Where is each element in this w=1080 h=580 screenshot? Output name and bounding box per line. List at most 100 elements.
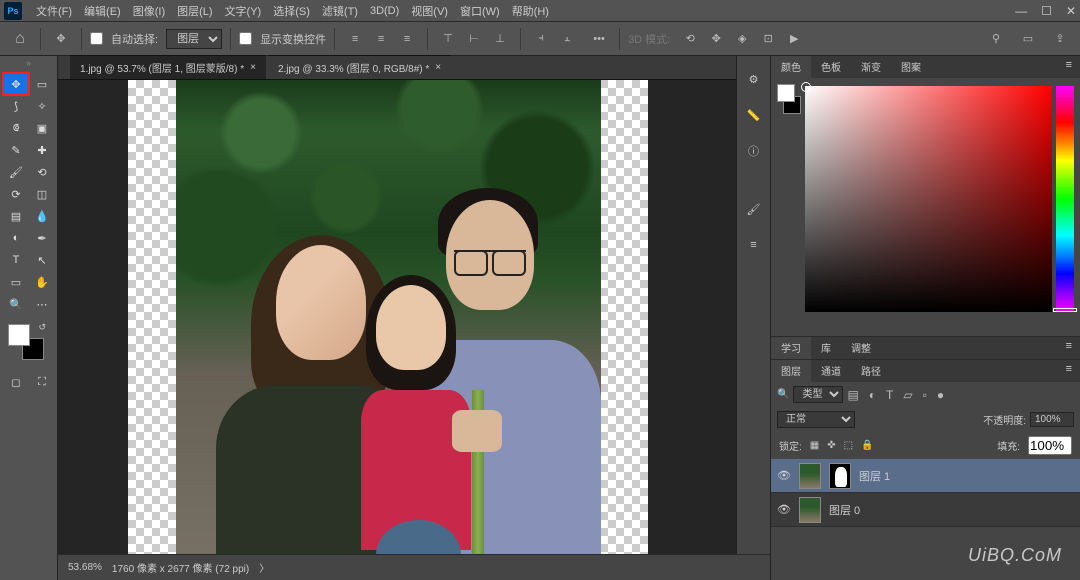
layer-0-visibility-icon[interactable]: 👁: [777, 503, 791, 516]
blur-tool[interactable]: 💧: [29, 205, 55, 227]
color-mini-swatch[interactable]: [777, 84, 801, 118]
home-button[interactable]: ⌂: [8, 27, 32, 51]
dist-v-icon[interactable]: ⫠: [555, 27, 579, 51]
pen-tool[interactable]: ✒: [29, 227, 55, 249]
foreground-color[interactable]: [8, 324, 30, 346]
share-icon[interactable]: ⇪: [1048, 27, 1072, 51]
zoom-tool[interactable]: 🔍: [3, 293, 29, 315]
blend-mode-select[interactable]: 正常: [777, 411, 855, 428]
tab-paths[interactable]: 路径: [851, 360, 891, 382]
filter-shape-icon[interactable]: ▱: [903, 388, 912, 402]
screenmode-tool[interactable]: ⛶: [29, 371, 55, 393]
maximize-icon[interactable]: ☐: [1041, 4, 1052, 18]
tab-layers[interactable]: 图层: [771, 360, 811, 382]
lasso-tool[interactable]: ⟆: [3, 95, 29, 117]
lock-pixels-icon[interactable]: ▦: [810, 440, 819, 451]
saturation-field[interactable]: [805, 86, 1052, 312]
layers-panel-menu[interactable]: ≡: [1058, 360, 1080, 382]
move-tool-icon[interactable]: ✥: [49, 27, 73, 51]
history-brush-tool[interactable]: ⟳: [3, 183, 29, 205]
show-transform-checkbox[interactable]: [239, 32, 252, 45]
frame-tool[interactable]: ▣: [29, 117, 55, 139]
filter-type-icon[interactable]: T: [886, 388, 893, 402]
heal-tool[interactable]: ✚: [29, 139, 55, 161]
status-caret[interactable]: 〉: [259, 560, 269, 575]
layer-1-name[interactable]: 图层 1: [859, 468, 890, 484]
eraser-tool[interactable]: ◫: [29, 183, 55, 205]
filter-smart-icon[interactable]: ▫: [923, 388, 927, 402]
auto-select-checkbox[interactable]: [90, 32, 103, 45]
gear-icon[interactable]: ⚙: [743, 68, 765, 90]
learn-panel-menu[interactable]: ≡: [1058, 337, 1080, 359]
align-middle-icon[interactable]: ⊢: [462, 27, 486, 51]
color-swatches[interactable]: ↺: [8, 324, 44, 360]
eyedropper-tool[interactable]: ✎: [3, 139, 29, 161]
layer-1-mask[interactable]: [829, 463, 851, 489]
tab-doc1-close[interactable]: ×: [250, 62, 256, 73]
tab-doc1[interactable]: 1.jpg @ 53.7% (图层 1, 图层蒙版/8) * ×: [70, 55, 266, 79]
lock-position-icon[interactable]: ✜: [827, 440, 835, 451]
path-select-tool[interactable]: ↖: [29, 249, 55, 271]
close-icon[interactable]: ✕: [1066, 4, 1076, 18]
tab-swatches[interactable]: 色板: [811, 56, 851, 78]
tab-libraries[interactable]: 库: [811, 337, 841, 359]
tab-color[interactable]: 颜色: [771, 56, 811, 78]
search-icon[interactable]: 🔍: [777, 389, 789, 400]
menu-layer[interactable]: 图层(L): [171, 3, 218, 19]
menu-file[interactable]: 文件(F): [30, 3, 78, 19]
doc-dims[interactable]: 1760 像素 x 2677 像素 (72 ppi): [112, 560, 249, 575]
filter-adjust-icon[interactable]: ◐: [869, 388, 876, 402]
layer-row-1[interactable]: 👁 图层 1: [771, 459, 1080, 493]
menu-select[interactable]: 选择(S): [267, 3, 316, 19]
more-icon[interactable]: •••: [587, 27, 611, 51]
tab-learn[interactable]: 学习: [771, 337, 811, 359]
menu-type[interactable]: 文字(Y): [219, 3, 268, 19]
workspace-icon[interactable]: ▭: [1016, 27, 1040, 51]
tab-channels[interactable]: 通道: [811, 360, 851, 382]
shape-tool[interactable]: ▭: [3, 271, 29, 293]
type-tool[interactable]: T: [3, 249, 29, 271]
tab-doc2-close[interactable]: ×: [435, 62, 441, 73]
dist-h-icon[interactable]: ⫞: [529, 27, 553, 51]
menu-window[interactable]: 窗口(W): [454, 3, 506, 19]
stamp-tool[interactable]: ⟲: [29, 161, 55, 183]
layer-row-0[interactable]: 👁 图层 0: [771, 493, 1080, 527]
layer-1-thumb[interactable]: [799, 463, 821, 489]
artboard-tool[interactable]: ▭: [29, 73, 55, 95]
layer-1-visibility-icon[interactable]: 👁: [777, 469, 791, 482]
color-panel-menu[interactable]: ≡: [1058, 56, 1080, 78]
layer-0-thumb[interactable]: [799, 497, 821, 523]
hand-tool[interactable]: ✋: [29, 271, 55, 293]
menu-view[interactable]: 视图(V): [405, 3, 454, 19]
swap-colors-icon[interactable]: ↺: [38, 322, 46, 333]
info-icon[interactable]: ⓘ: [743, 140, 765, 162]
history-panel-icon[interactable]: ≡: [743, 234, 765, 256]
quick-select-tool[interactable]: ✧: [29, 95, 55, 117]
quickmask-tool[interactable]: ◻: [3, 371, 29, 393]
lock-all-icon[interactable]: 🔒: [861, 440, 873, 451]
menu-edit[interactable]: 编辑(E): [78, 3, 127, 19]
fill-input[interactable]: [1028, 436, 1072, 455]
auto-select-target[interactable]: 图层: [166, 29, 222, 49]
layer-0-name[interactable]: 图层 0: [829, 502, 860, 518]
tab-patterns[interactable]: 图案: [891, 56, 931, 78]
search-icon[interactable]: ⚲: [984, 27, 1008, 51]
filter-toggle-icon[interactable]: ●: [937, 388, 944, 402]
align-top-icon[interactable]: ⊤: [436, 27, 460, 51]
zoom-readout[interactable]: 53.68%: [68, 562, 102, 573]
tab-doc2[interactable]: 2.jpg @ 33.3% (图层 0, RGB/8#) * ×: [268, 55, 451, 79]
menu-image[interactable]: 图像(I): [127, 3, 171, 19]
gradient-tool[interactable]: ▤: [3, 205, 29, 227]
align-bottom-icon[interactable]: ⊥: [488, 27, 512, 51]
canvas-viewport[interactable]: [58, 80, 770, 554]
edit-toolbar[interactable]: ⋯: [29, 293, 55, 315]
menu-3d[interactable]: 3D(D): [364, 5, 405, 17]
crop-tool[interactable]: ⟃: [3, 117, 29, 139]
opacity-input[interactable]: [1030, 412, 1074, 427]
brush-panel-icon[interactable]: 🖌: [743, 198, 765, 220]
align-center-icon[interactable]: ≡: [369, 27, 393, 51]
brush-tool[interactable]: 🖌: [3, 161, 29, 183]
ruler-icon[interactable]: 📏: [743, 104, 765, 126]
tab-gradients[interactable]: 渐变: [851, 56, 891, 78]
align-right-icon[interactable]: ≡: [395, 27, 419, 51]
